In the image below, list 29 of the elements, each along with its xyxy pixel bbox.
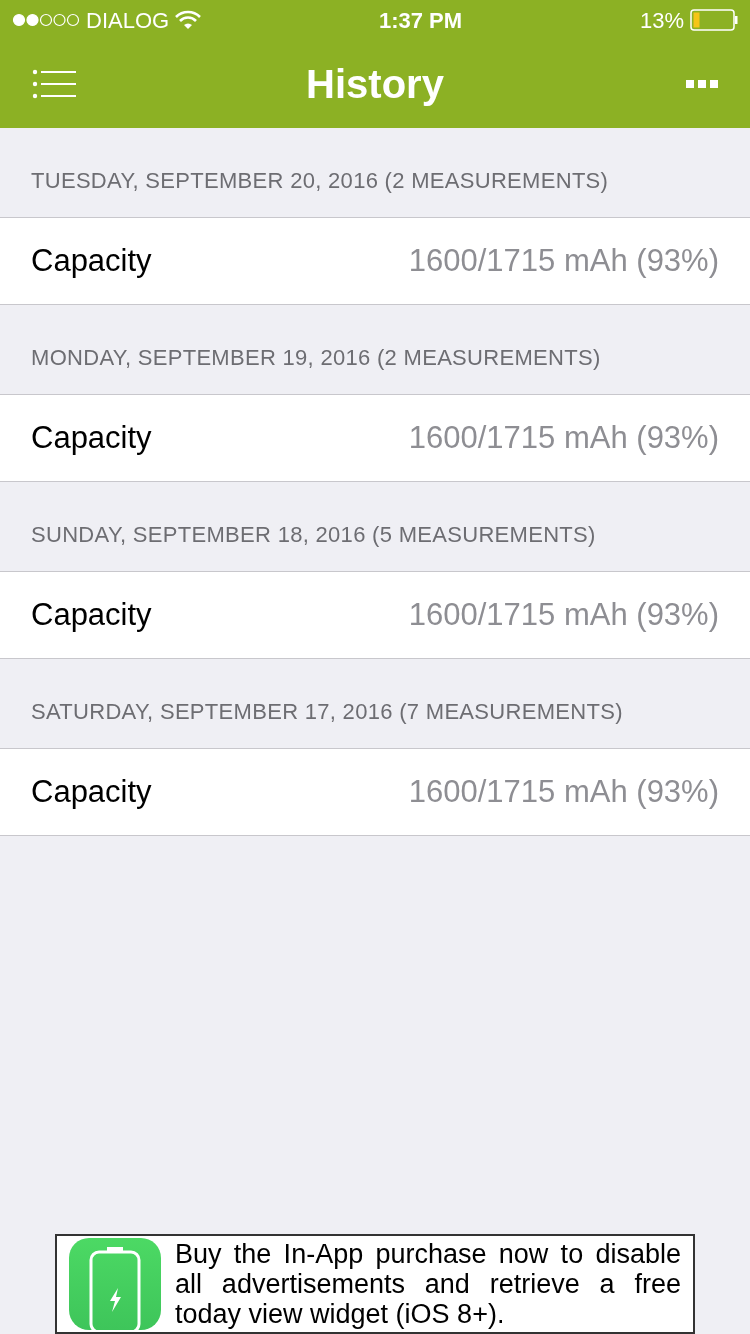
ad-text: Buy the In-App purchase now to disable all advertisements and retrieve a free today view widget (iOS 8+). xyxy=(175,1239,681,1329)
battery-app-icon xyxy=(69,1238,161,1330)
section-header: TUESDAY, SEPTEMBER 20, 2016 (2 MEASUREMENTS) xyxy=(31,167,609,195)
list-row[interactable]: Capacity 1600/1715 mAh (93%) xyxy=(0,218,750,304)
row-label: Capacity xyxy=(31,418,152,457)
more-icon xyxy=(686,80,718,88)
battery-percentage: 13% xyxy=(639,6,684,35)
row-label: Capacity xyxy=(31,595,152,634)
list-row[interactable]: Capacity 1600/1715 mAh (93%) xyxy=(0,749,750,835)
list-icon xyxy=(32,69,76,99)
section-header: SUNDAY, SEPTEMBER 18, 2016 (5 MEASUREMENTS) xyxy=(31,521,596,549)
clock: 1:37 PM xyxy=(378,6,463,35)
section-header: MONDAY, SEPTEMBER 19, 2016 (2 MEASUREMENTS) xyxy=(31,344,601,372)
signal-icon xyxy=(12,13,80,27)
wifi-icon xyxy=(175,10,202,30)
row-value: 1600/1715 mAh (93%) xyxy=(408,418,719,457)
battery-icon xyxy=(690,9,738,31)
carrier-name: DIALOG xyxy=(86,6,170,35)
list-row[interactable]: Capacity 1600/1715 mAh (93%) xyxy=(0,395,750,481)
section-header: SATURDAY, SEPTEMBER 17, 2016 (7 MEASUREMENTS) xyxy=(31,698,623,726)
row-value: 1600/1715 mAh (93%) xyxy=(408,772,719,811)
page-title: History xyxy=(306,61,444,108)
menu-button[interactable] xyxy=(32,68,76,100)
list-row[interactable]: Capacity 1600/1715 mAh (93%) xyxy=(0,572,750,658)
row-label: Capacity xyxy=(31,772,152,811)
row-value: 1600/1715 mAh (93%) xyxy=(408,595,719,634)
row-label: Capacity xyxy=(31,241,152,280)
ad-banner[interactable]: Buy the In-App purchase now to disable all advertisements and retrieve a free today view widget (iOS 8+). xyxy=(55,1234,695,1334)
row-value: 1600/1715 mAh (93%) xyxy=(408,241,719,280)
